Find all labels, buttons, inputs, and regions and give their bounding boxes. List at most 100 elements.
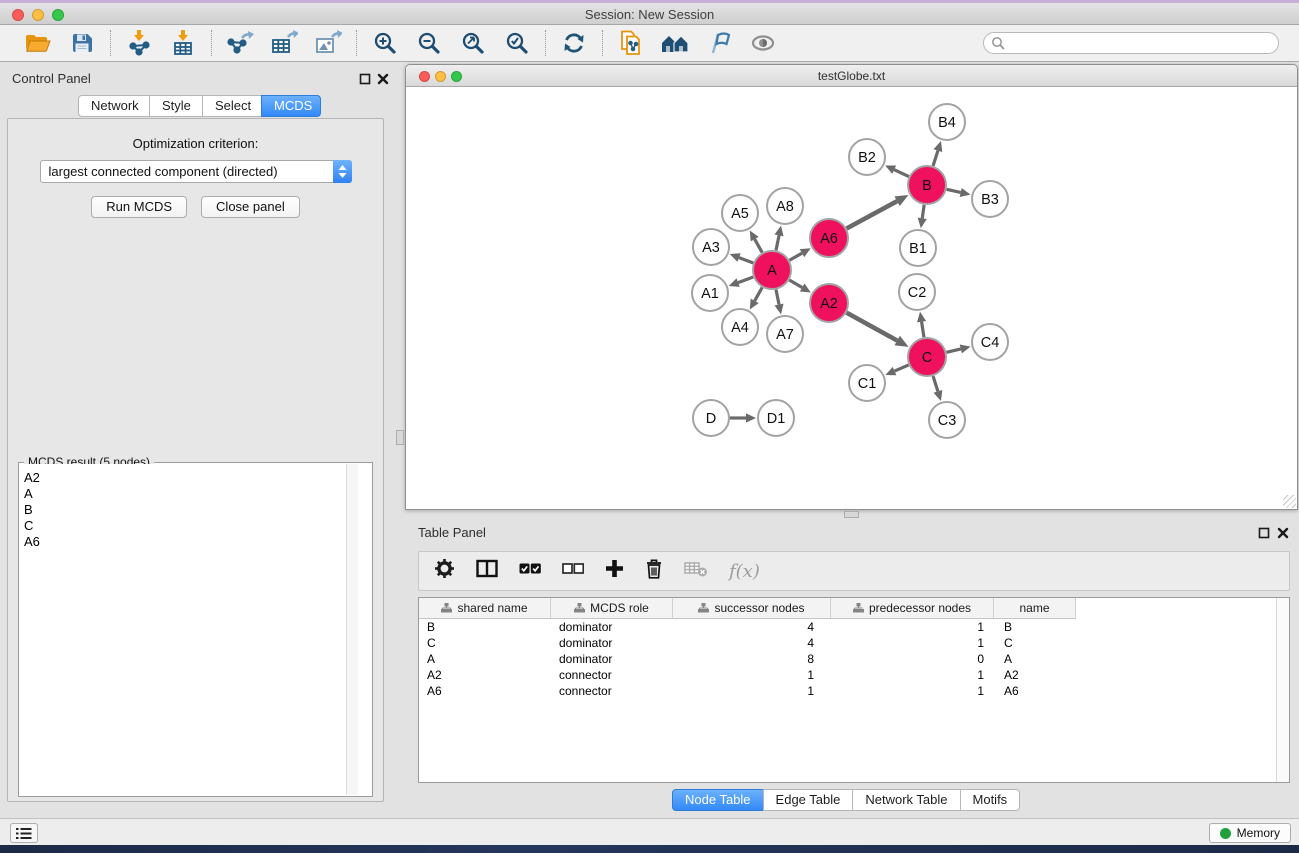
function-builder-button[interactable]: f(x) [729, 561, 760, 582]
network-canvas[interactable]: AA1A2A3A4A5A6A7A8BB1B2B3B4CC1C2C3C4DD1 [406, 87, 1297, 509]
task-history-button[interactable] [10, 823, 38, 843]
column-header-name[interactable]: name [994, 598, 1076, 619]
cell-mcds-role[interactable]: connector [551, 684, 673, 698]
result-scrollbar[interactable] [346, 464, 358, 795]
tab-network-table[interactable]: Network Table [852, 789, 960, 811]
close-panel-icon[interactable] [377, 73, 389, 85]
network-window-titlebar[interactable]: testGlobe.txt [406, 65, 1297, 87]
cell-mcds-role[interactable]: dominator [551, 652, 673, 666]
cell-name[interactable]: A2 [994, 668, 1076, 682]
table-row[interactable]: A2 connector 1 1 A2 [419, 667, 1289, 683]
graph-edge-C-C4[interactable] [946, 349, 960, 352]
graph-edge-A-A2[interactable] [789, 280, 802, 287]
tab-edge-table[interactable]: Edge Table [763, 789, 854, 811]
open-session-button[interactable] [21, 29, 55, 57]
export-image-button[interactable] [311, 29, 345, 57]
cell-name[interactable]: B [994, 620, 1076, 634]
table-scrollbar[interactable] [1276, 598, 1289, 782]
cell-successor-nodes[interactable]: 1 [673, 684, 831, 698]
export-table-button[interactable] [267, 29, 301, 57]
add-column-button[interactable] [605, 559, 624, 583]
cell-name[interactable]: A6 [994, 684, 1076, 698]
graph-edge-A6-B[interactable] [847, 201, 898, 228]
close-table-panel-icon[interactable] [1277, 527, 1289, 539]
column-header-successor-nodes[interactable]: successor nodes [673, 598, 831, 619]
graph-edge-A-A1[interactable] [738, 277, 753, 283]
tab-node-table[interactable]: Node Table [672, 789, 764, 811]
tab-network[interactable]: Network [78, 95, 150, 117]
zoom-fit-button[interactable] [456, 29, 490, 57]
show-all-button[interactable] [746, 29, 780, 57]
refresh-button[interactable] [557, 29, 591, 57]
cell-predecessor-nodes[interactable]: 1 [831, 684, 994, 698]
cell-mcds-role[interactable]: connector [551, 668, 673, 682]
cell-name[interactable]: A [994, 652, 1076, 666]
cell-successor-nodes[interactable]: 4 [673, 620, 831, 634]
result-item[interactable]: A6 [24, 534, 371, 550]
zoom-out-button[interactable] [412, 29, 446, 57]
cell-shared-name[interactable]: A [419, 652, 551, 666]
graph-edge-B-B4[interactable] [933, 151, 938, 166]
result-item[interactable]: B [24, 502, 371, 518]
cell-shared-name[interactable]: A6 [419, 684, 551, 698]
column-header-mcds-role[interactable]: MCDS role [551, 598, 673, 619]
tab-motifs[interactable]: Motifs [960, 789, 1021, 811]
style-flag-button[interactable] [702, 29, 736, 57]
column-header-shared-name[interactable]: shared name [419, 598, 551, 619]
memory-button[interactable]: Memory [1209, 823, 1291, 843]
delete-column-button[interactable] [645, 559, 663, 584]
graph-edge-A-A8[interactable] [776, 235, 779, 250]
graph-edge-C-C1[interactable] [895, 365, 909, 371]
float-table-panel-icon[interactable] [1258, 527, 1270, 539]
graph-edge-B-B3[interactable] [947, 189, 961, 192]
save-session-button[interactable] [65, 29, 99, 57]
cell-shared-name[interactable]: A2 [419, 668, 551, 682]
deselect-all-button[interactable] [562, 562, 584, 580]
cell-mcds-role[interactable]: dominator [551, 636, 673, 650]
clone-network-button[interactable] [614, 29, 648, 57]
table-row[interactable]: A6 connector 1 1 A6 [419, 683, 1289, 699]
tab-mcds[interactable]: MCDS [261, 95, 321, 117]
close-panel-button[interactable]: Close panel [201, 196, 300, 218]
graph-edge-A-A7[interactable] [776, 290, 779, 305]
tab-style[interactable]: Style [149, 95, 203, 117]
cell-shared-name[interactable]: C [419, 636, 551, 650]
table-settings-button[interactable] [434, 558, 455, 584]
run-mcds-button[interactable]: Run MCDS [91, 196, 187, 218]
graph-edge-A-A4[interactable] [755, 287, 763, 300]
cell-shared-name[interactable]: B [419, 620, 551, 634]
export-network-button[interactable] [223, 29, 257, 57]
cell-name[interactable]: C [994, 636, 1076, 650]
vertical-splitter-handle[interactable] [396, 430, 404, 445]
search-input[interactable] [1005, 34, 1278, 52]
mcds-result-list[interactable]: A2 A B C A6 [20, 464, 371, 795]
graph-edge-C-C3[interactable] [933, 376, 938, 391]
zoom-in-button[interactable] [368, 29, 402, 57]
graph-edge-A-A5[interactable] [755, 239, 763, 252]
result-item[interactable]: A2 [24, 470, 371, 486]
cell-predecessor-nodes[interactable]: 1 [831, 636, 994, 650]
first-neighbors-button[interactable] [658, 29, 692, 57]
horizontal-splitter-handle[interactable] [844, 511, 859, 518]
cell-successor-nodes[interactable]: 4 [673, 636, 831, 650]
search-field[interactable] [983, 32, 1279, 54]
graph-edge-C-C2[interactable] [922, 322, 924, 338]
cell-predecessor-nodes[interactable]: 1 [831, 668, 994, 682]
optimization-criterion-select[interactable]: largest connected component (directed) [40, 160, 352, 183]
cell-successor-nodes[interactable]: 1 [673, 668, 831, 682]
delete-table-button[interactable] [684, 559, 708, 583]
import-table-button[interactable] [166, 29, 200, 57]
cell-successor-nodes[interactable]: 8 [673, 652, 831, 666]
float-panel-icon[interactable] [359, 73, 371, 85]
table-row[interactable]: A dominator 8 0 A [419, 651, 1289, 667]
result-item[interactable]: A [24, 486, 371, 502]
select-all-button[interactable] [519, 562, 541, 580]
cell-mcds-role[interactable]: dominator [551, 620, 673, 634]
resize-grip-icon[interactable] [1283, 495, 1296, 508]
cell-predecessor-nodes[interactable]: 0 [831, 652, 994, 666]
graph-edge-A-A3[interactable] [739, 258, 753, 263]
show-columns-button[interactable] [476, 559, 498, 583]
table-row[interactable]: B dominator 4 1 B [419, 619, 1289, 635]
cell-predecessor-nodes[interactable]: 1 [831, 620, 994, 634]
column-header-predecessor-nodes[interactable]: predecessor nodes [831, 598, 994, 619]
